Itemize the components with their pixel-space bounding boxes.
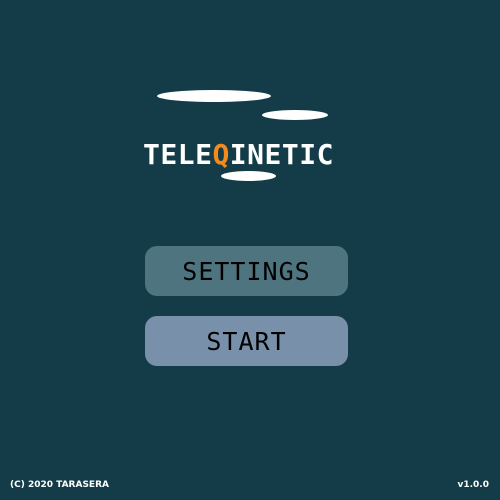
version-text: v1.0.0 — [457, 480, 490, 490]
game-logo: TELEQINETIC — [143, 137, 375, 173]
settings-button[interactable]: SETTINGS — [145, 246, 348, 296]
logo-suffix: INETIC — [229, 138, 334, 171]
logo-accent-letter: Q — [212, 138, 230, 171]
cloud-icon — [262, 110, 328, 120]
logo-prefix: TELE — [143, 138, 213, 171]
cloud-icon — [157, 90, 271, 102]
copyright-text: (C) 2020 TARASERA — [10, 480, 109, 490]
start-button[interactable]: START — [145, 316, 348, 366]
game-screen: { "title": { "prefix": "TELE", "accent_l… — [0, 0, 500, 500]
